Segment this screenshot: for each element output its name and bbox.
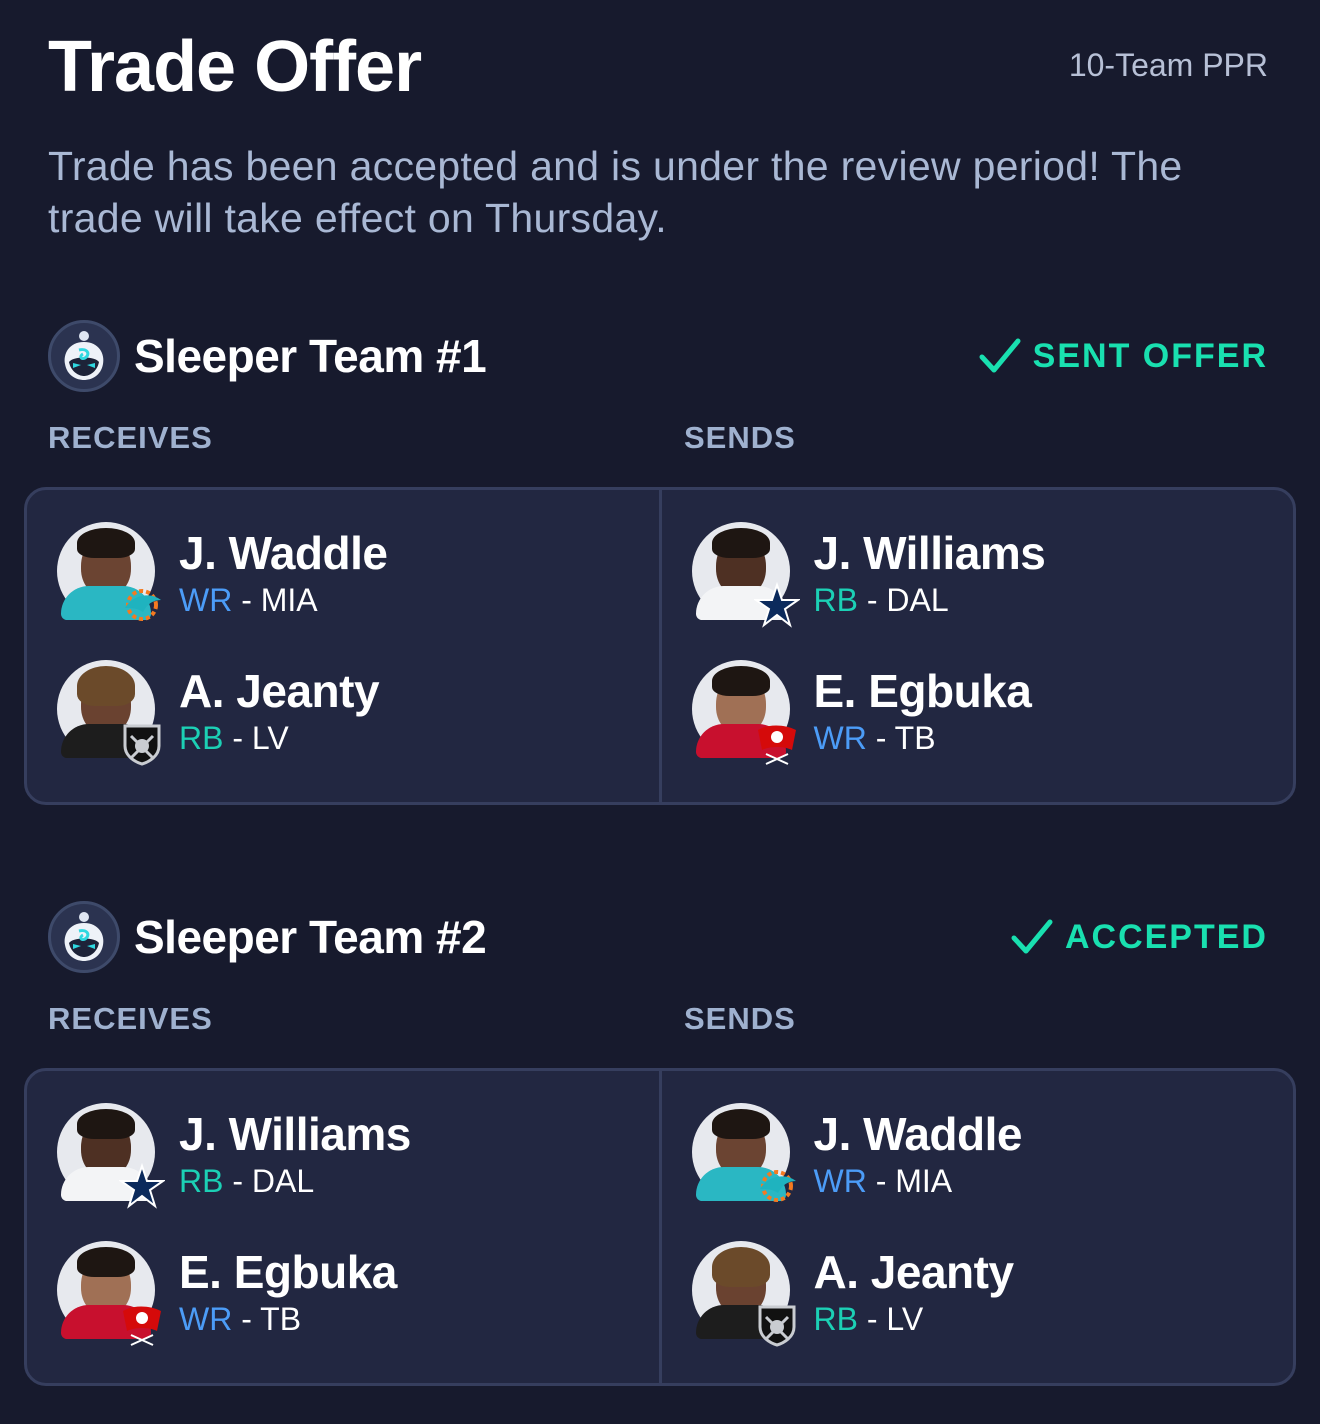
separator: - [866, 1163, 896, 1199]
raiders-logo-icon [754, 1301, 800, 1347]
raiders-logo-icon [119, 720, 165, 766]
checkmark-icon [1011, 919, 1053, 954]
player-position: WR [179, 582, 233, 618]
receives-label: RECEIVES [48, 1001, 213, 1036]
separator: - [223, 720, 252, 756]
player-position-team: RB - LV [814, 1299, 1014, 1339]
player-avatar [57, 660, 161, 766]
dolphins-logo-icon [119, 582, 165, 628]
trade-offer-page: Trade Offer 10-Team PPR Trade has been a… [0, 0, 1320, 1424]
player-position-team: RB - DAL [814, 580, 1046, 620]
player-row[interactable]: J. Williams RB - DAL [662, 522, 1294, 660]
receives-column: J. Williams RB - DAL E. Egbuka WR - TB [27, 1071, 659, 1383]
player-row[interactable]: E. Egbuka WR - TB [662, 660, 1294, 798]
separator: - [857, 582, 887, 618]
player-name: J. Williams [179, 1108, 411, 1160]
player-name: A. Jeanty [813, 1246, 1015, 1298]
player-position-team: WR - MIA [814, 1161, 1023, 1201]
player-row[interactable]: A. Jeanty RB - LV [662, 1241, 1294, 1379]
player-avatar [57, 1241, 161, 1346]
player-avatar [691, 1241, 795, 1347]
separator: - [857, 1301, 887, 1337]
trade-status-message: Trade has been accepted and is under the… [48, 143, 1183, 241]
trade-box-team-1: J. Waddle WR - MIA A. Jeanty RB - LV J. … [24, 487, 1296, 805]
player-name: A. Jeanty [179, 665, 380, 717]
player-team: TB [894, 720, 936, 756]
player-avatar [691, 522, 800, 628]
player-row[interactable]: J. Williams RB - DAL [27, 1103, 659, 1241]
player-position-team: WR - TB [179, 1299, 397, 1339]
player-position: WR [813, 1163, 867, 1199]
column-labels: RECEIVES SENDS [48, 420, 1278, 460]
separator: - [232, 582, 261, 618]
sends-label: SENDS [684, 420, 796, 455]
dolphins-logo-icon [754, 1163, 800, 1209]
cowboys-star-icon [119, 1163, 165, 1209]
player-team: DAL [886, 582, 949, 618]
player-position-team: WR - TB [814, 718, 1032, 758]
page-title: Trade Offer [48, 27, 422, 107]
player-row[interactable]: J. Waddle WR - MIA [662, 1103, 1294, 1241]
player-row[interactable]: A. Jeanty RB - LV [27, 660, 659, 798]
trade-box-team-2: J. Williams RB - DAL E. Egbuka WR - TB J… [24, 1068, 1296, 1386]
player-position: RB [813, 582, 858, 618]
player-position-team: RB - LV [179, 718, 379, 758]
player-team: TB [260, 1301, 302, 1337]
team-header-1: Sleeper Team #1 SENT OFFER [48, 320, 1268, 392]
player-team: MIA [260, 582, 318, 618]
player-name: J. Williams [813, 527, 1046, 579]
buccaneers-flag-icon [754, 720, 800, 766]
player-position: RB [179, 1163, 224, 1199]
team-name: Sleeper Team #2 [134, 911, 487, 963]
player-name: J. Waddle [813, 1108, 1023, 1160]
player-row[interactable]: J. Waddle WR - MIA [27, 522, 659, 660]
team-avatar-icon[interactable] [48, 320, 120, 392]
sends-column: J. Waddle WR - MIA A. Jeanty RB - LV [658, 1071, 1294, 1383]
player-name: E. Egbuka [179, 1246, 397, 1298]
player-avatar [57, 1103, 165, 1209]
team-header-2: Sleeper Team #2 ACCEPTED [48, 901, 1268, 973]
player-team: LV [251, 720, 289, 756]
cowboys-star-icon [753, 582, 800, 628]
checkmark-icon [979, 338, 1021, 373]
team-avatar-icon[interactable] [48, 901, 120, 973]
player-avatar [691, 1103, 796, 1202]
player-team: LV [886, 1301, 924, 1337]
buccaneers-flag-icon [119, 1301, 165, 1347]
league-type: 10-Team PPR [1068, 47, 1268, 83]
offer-status-badge: ACCEPTED [1011, 918, 1268, 957]
offer-status-label: SENT OFFER [1032, 336, 1268, 375]
separator: - [223, 1163, 252, 1199]
separator: - [232, 1301, 261, 1337]
player-position: WR [813, 720, 867, 756]
player-team: DAL [251, 1163, 315, 1199]
player-avatar [57, 522, 161, 621]
player-name: J. Waddle [179, 527, 388, 579]
player-avatar [691, 660, 796, 765]
offer-status-label: ACCEPTED [1064, 917, 1268, 956]
separator: - [866, 720, 895, 756]
player-row[interactable]: E. Egbuka WR - TB [27, 1241, 659, 1379]
offer-status-badge: SENT OFFER [979, 337, 1268, 376]
player-position-team: RB - DAL [179, 1161, 411, 1201]
column-labels: RECEIVES SENDS [48, 1001, 1278, 1041]
player-position: RB [179, 720, 224, 756]
sends-label: SENDS [684, 1001, 796, 1036]
player-name: E. Egbuka [813, 665, 1032, 717]
player-position: WR [179, 1301, 233, 1337]
team-name: Sleeper Team #1 [134, 330, 487, 382]
receives-label: RECEIVES [48, 420, 213, 455]
player-position: RB [813, 1301, 858, 1337]
receives-column: J. Waddle WR - MIA A. Jeanty RB - LV [27, 490, 659, 802]
player-position-team: WR - MIA [179, 580, 388, 620]
sends-column: J. Williams RB - DAL E. Egbuka WR - TB [658, 490, 1294, 802]
player-team: MIA [895, 1163, 953, 1199]
